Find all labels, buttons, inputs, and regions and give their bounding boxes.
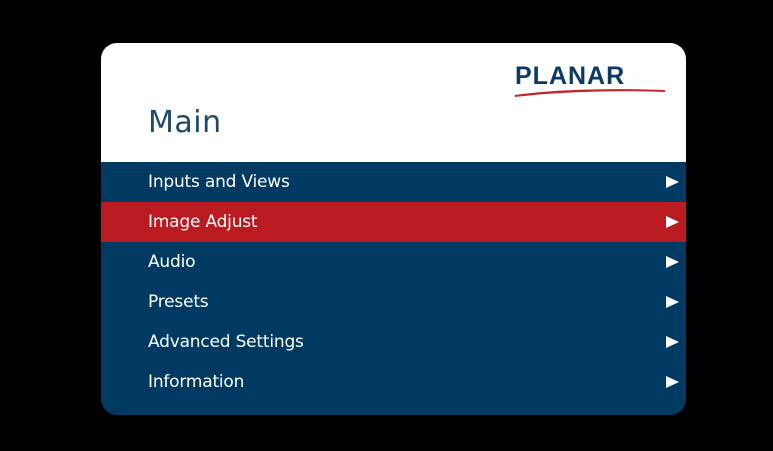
menu-item-inputs-and-views[interactable]: Inputs and Views	[101, 162, 686, 202]
arrow-right-icon	[666, 296, 679, 308]
arrow-right-icon	[666, 256, 679, 268]
planar-logo: PLANAR	[515, 63, 665, 99]
arrow-right-icon	[666, 176, 679, 188]
menu-item-audio[interactable]: Audio	[101, 242, 686, 282]
arrow-right-icon	[666, 336, 679, 348]
brand-wordmark: PLANAR	[515, 62, 626, 90]
menu-item-label: Image Adjust	[148, 212, 258, 232]
menu-item-label: Presets	[148, 292, 209, 312]
menu-item-information[interactable]: Information	[101, 362, 686, 402]
logo-swoosh-icon	[515, 89, 665, 97]
menu-item-label: Advanced Settings	[148, 332, 304, 352]
menu-item-advanced-settings[interactable]: Advanced Settings	[101, 322, 686, 362]
menu-item-image-adjust[interactable]: Image Adjust	[101, 202, 686, 242]
arrow-right-icon	[666, 216, 679, 228]
osd-screen: PLANAR Main Inputs and Views Image Adjus…	[0, 0, 773, 451]
arrow-right-icon	[666, 376, 679, 388]
menu-item-presets[interactable]: Presets	[101, 282, 686, 322]
menu-header: PLANAR Main	[101, 43, 686, 162]
osd-menu-panel: PLANAR Main Inputs and Views Image Adjus…	[101, 43, 686, 415]
menu-item-label: Inputs and Views	[148, 172, 290, 192]
menu-item-label: Audio	[148, 252, 196, 272]
menu-title: Main	[148, 105, 222, 140]
menu-list: Inputs and Views Image Adjust Audio Pres…	[101, 162, 686, 402]
menu-item-label: Information	[148, 372, 245, 392]
